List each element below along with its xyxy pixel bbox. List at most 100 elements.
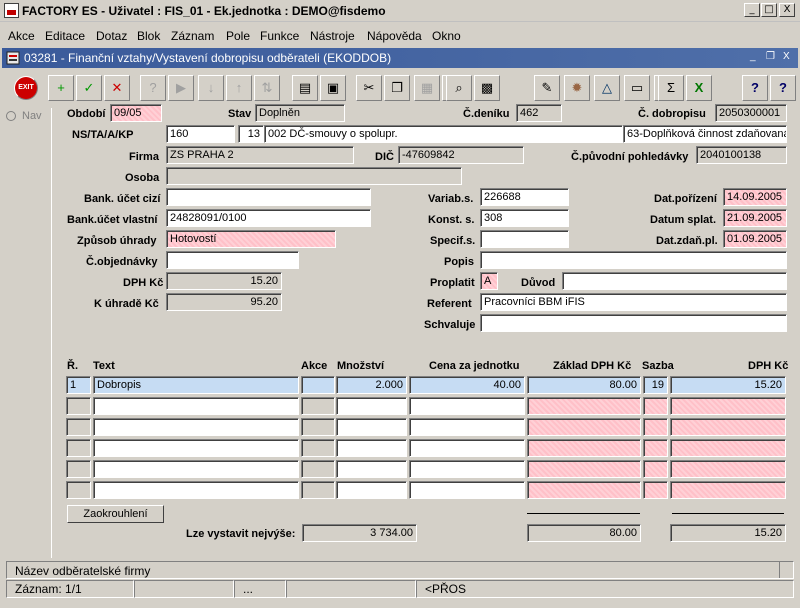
- datum-splat-field[interactable]: 21.09.2005: [723, 209, 787, 227]
- cell-cena[interactable]: 40.00: [409, 376, 525, 394]
- cdobropisu-field[interactable]: 2050300001: [715, 104, 787, 122]
- cell-sazba[interactable]: [643, 397, 668, 415]
- cell-zaklad[interactable]: [527, 481, 641, 499]
- ns-field[interactable]: 160: [166, 125, 235, 143]
- sum-button[interactable]: Σ: [658, 75, 684, 101]
- cell-dph[interactable]: [670, 481, 786, 499]
- close-button[interactable]: X: [779, 3, 795, 17]
- cell-r[interactable]: [66, 460, 91, 478]
- cell-sazba[interactable]: [643, 460, 668, 478]
- cell-zaklad[interactable]: [527, 460, 641, 478]
- menu-editace[interactable]: Editace: [45, 29, 85, 43]
- delete-record-button[interactable]: ✕: [104, 75, 130, 101]
- cell-akce[interactable]: [301, 481, 335, 499]
- firma-field[interactable]: ZS PRAHA 2: [166, 146, 354, 164]
- enter-query-button[interactable]: ?: [140, 75, 166, 101]
- menu-funkce[interactable]: Funkce: [260, 29, 299, 43]
- cell-mnozstvi[interactable]: [336, 439, 407, 457]
- excel-button[interactable]: X: [686, 75, 712, 101]
- duvod-field[interactable]: [562, 272, 787, 290]
- schvaluje-field[interactable]: [480, 314, 787, 332]
- obdobi-field[interactable]: 09/05: [110, 104, 162, 122]
- cell-cena[interactable]: [409, 460, 525, 478]
- menu-nastroje[interactable]: Nástroje: [310, 29, 355, 43]
- round-button[interactable]: Zaokrouhlení: [67, 505, 164, 523]
- cell-dph[interactable]: [670, 439, 786, 457]
- cobjednavky-field[interactable]: [166, 251, 299, 269]
- dic-field[interactable]: -47609842: [398, 146, 524, 164]
- cdeniku-field[interactable]: 462: [516, 104, 562, 122]
- cell-zaklad[interactable]: [527, 439, 641, 457]
- cell-sazba[interactable]: [643, 481, 668, 499]
- cell-akce[interactable]: [301, 439, 335, 457]
- zpusob-field[interactable]: Hotovostí: [166, 230, 336, 248]
- dat-zdan-field[interactable]: 01.09.2005: [723, 230, 787, 248]
- proplatit-field[interactable]: A: [480, 272, 498, 290]
- cell-text[interactable]: Dobropis: [93, 376, 299, 394]
- varias-field[interactable]: 226688: [480, 188, 569, 206]
- sort-asc-button[interactable]: ↓: [198, 75, 224, 101]
- menu-pole[interactable]: Pole: [226, 29, 250, 43]
- cell-sazba[interactable]: 19: [643, 376, 668, 394]
- referent-field[interactable]: Pracovníci BBM iFIS: [480, 293, 787, 311]
- nav-radio[interactable]: [6, 111, 16, 121]
- cell-cena[interactable]: [409, 397, 525, 415]
- cell-dph[interactable]: [670, 418, 786, 436]
- minimize-button[interactable]: _: [744, 3, 760, 17]
- execute-query-button[interactable]: ▶: [168, 75, 194, 101]
- paste-button[interactable]: ▦: [414, 75, 440, 101]
- help-button[interactable]: ?: [742, 75, 768, 101]
- cell-akce[interactable]: [301, 460, 335, 478]
- cell-r[interactable]: [66, 439, 91, 457]
- stav-field[interactable]: Doplněn: [255, 104, 345, 122]
- cell-akce[interactable]: [301, 397, 335, 415]
- cell-r[interactable]: 1: [66, 376, 91, 394]
- sort-button[interactable]: ⇅: [254, 75, 280, 101]
- menu-dotaz[interactable]: Dotaz: [96, 29, 127, 43]
- cell-text[interactable]: [93, 460, 299, 478]
- form-minimize-button[interactable]: _: [750, 51, 756, 62]
- cell-zaklad[interactable]: 80.00: [527, 376, 641, 394]
- konst-field[interactable]: 308: [480, 209, 569, 227]
- osoba-field[interactable]: [166, 167, 462, 185]
- calculator-button[interactable]: ▭: [624, 75, 650, 101]
- cell-mnozstvi[interactable]: [336, 481, 407, 499]
- cell-text[interactable]: [93, 481, 299, 499]
- maximize-button[interactable]: □: [761, 3, 777, 17]
- context-help-button[interactable]: ?: [770, 75, 796, 101]
- cell-akce[interactable]: [301, 376, 335, 394]
- cell-text[interactable]: [93, 397, 299, 415]
- specif-field[interactable]: [480, 230, 569, 248]
- tools-button[interactable]: ✎: [534, 75, 560, 101]
- sum-dph-field[interactable]: 15.20: [670, 524, 786, 542]
- cell-sazba[interactable]: [643, 439, 668, 457]
- kp-field[interactable]: 63-Doplňková činnost zdaňovaná: [623, 125, 787, 143]
- cut-button[interactable]: ✂: [356, 75, 382, 101]
- cell-text[interactable]: [93, 439, 299, 457]
- cell-cena[interactable]: [409, 439, 525, 457]
- menu-okno[interactable]: Okno: [432, 29, 461, 43]
- max-value-field[interactable]: 3 734.00: [302, 524, 417, 542]
- cell-dph[interactable]: [670, 397, 786, 415]
- cell-akce[interactable]: [301, 418, 335, 436]
- sort-desc-button[interactable]: ↑: [226, 75, 252, 101]
- cell-dph[interactable]: [670, 460, 786, 478]
- search-button[interactable]: ⌕: [446, 75, 472, 101]
- dat-porizeni-field[interactable]: 14.09.2005: [723, 188, 787, 206]
- cell-r[interactable]: [66, 481, 91, 499]
- bank-cizi-field[interactable]: [166, 188, 371, 206]
- cell-mnozstvi[interactable]: [336, 460, 407, 478]
- menu-napoveda[interactable]: Nápověda: [367, 29, 422, 43]
- print-button[interactable]: ▤: [292, 75, 318, 101]
- ta-field[interactable]: 13: [238, 125, 264, 143]
- menu-akce[interactable]: Akce: [8, 29, 35, 43]
- print-preview-button[interactable]: ▣: [320, 75, 346, 101]
- bank-vlastni-field[interactable]: 24828091/0100: [166, 209, 371, 227]
- cell-cena[interactable]: [409, 418, 525, 436]
- save-button[interactable]: ✓: [76, 75, 102, 101]
- cell-r[interactable]: [66, 397, 91, 415]
- exit-button[interactable]: EXIT: [14, 76, 38, 100]
- puvodni-field[interactable]: 2040100138: [696, 146, 787, 164]
- a-field[interactable]: 002 DČ-smouvy o spolupr.: [264, 125, 623, 143]
- cell-zaklad[interactable]: [527, 397, 641, 415]
